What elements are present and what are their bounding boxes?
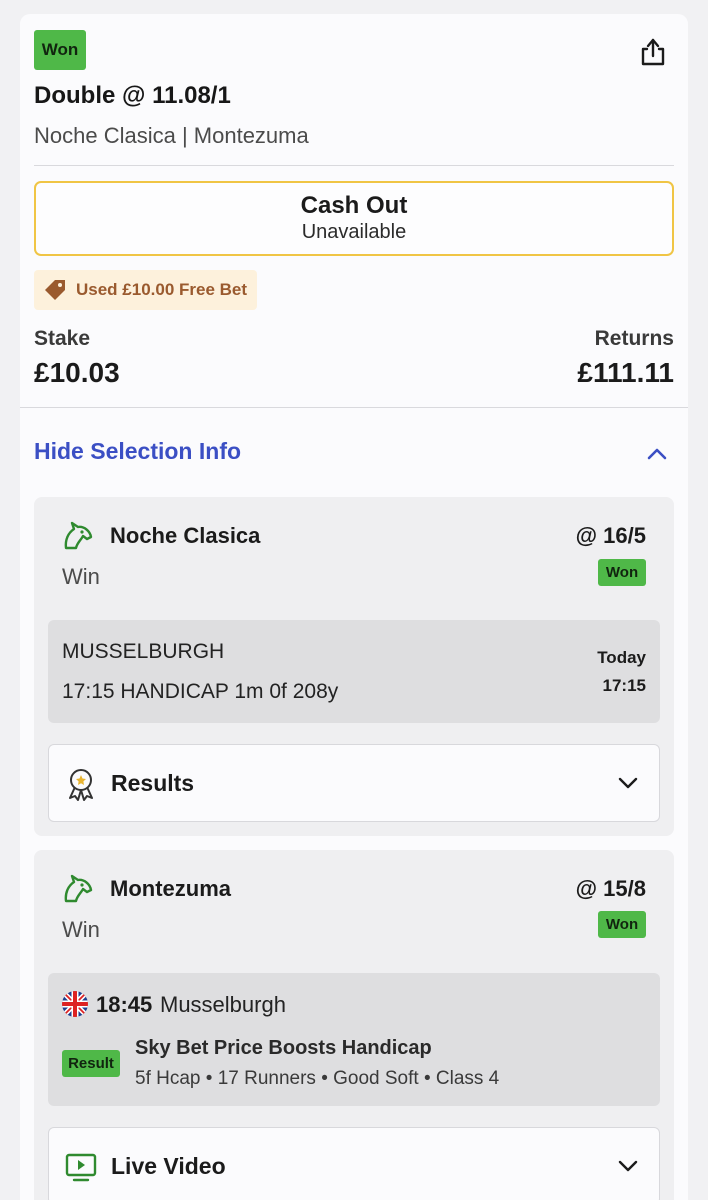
bet-title: Double @ 11.08/1 <box>34 82 231 109</box>
selection-status-badge: Won <box>598 559 646 586</box>
results-label: Results <box>111 770 195 796</box>
race-day: Today <box>597 648 646 667</box>
race-time: 18:45 <box>96 992 153 1017</box>
stake-value: £10.03 <box>34 357 120 388</box>
stake-label: Stake <box>34 327 91 350</box>
horse-head-icon <box>64 874 93 903</box>
stake-divider <box>20 407 688 408</box>
cashout-box: Cash Out Unavailable <box>34 181 674 256</box>
hide-selection-info-label: Hide Selection Info <box>34 438 242 464</box>
selection-name: Montezuma <box>110 876 231 901</box>
rosette-icon <box>69 769 93 801</box>
returns-label: Returns <box>594 327 674 350</box>
race-details: 5f Hcap • 17 Runners • Good Soft • Class… <box>135 1068 500 1089</box>
share-button[interactable] <box>636 34 670 68</box>
selection-market: Win <box>62 917 100 942</box>
bet-card: Won Double @ 11.08/1 Noche Clasica | Mon… <box>20 14 688 1200</box>
selection-status-badge: Won <box>598 911 646 938</box>
bet-status-badge: Won <box>34 30 86 70</box>
chevron-up-icon <box>647 448 667 460</box>
race-title: Sky Bet Price Boosts Handicap <box>135 1037 432 1059</box>
tag-icon <box>45 280 65 300</box>
result-badge: Result <box>62 1050 120 1077</box>
cashout-status: Unavailable <box>301 221 407 243</box>
race-info-box: MUSSELBURGH 17:15 HANDICAP 1m 0f 208y To… <box>48 620 660 723</box>
live-video-label: Live Video <box>111 1153 226 1179</box>
selection-market: Win <box>62 564 100 589</box>
uk-flag-icon <box>62 991 88 1017</box>
tv-icon <box>65 1153 97 1182</box>
selection-name: Noche Clasica <box>110 523 261 548</box>
race-card-box[interactable]: 18:45 Musselburgh Result Sky Bet Price B… <box>48 973 660 1106</box>
selection-odds: @ 16/5 <box>575 523 646 548</box>
race-time: 17:15 <box>602 676 646 695</box>
header-divider <box>34 165 674 166</box>
chevron-down-icon <box>618 1160 638 1172</box>
race-description: 17:15 HANDICAP 1m 0f 208y <box>62 680 339 703</box>
share-icon <box>641 38 665 66</box>
hide-selection-info-toggle[interactable]: Hide Selection Info <box>34 434 674 474</box>
freebet-badge: Used £10.00 Free Bet <box>34 270 257 310</box>
results-expander[interactable]: Results <box>48 744 660 822</box>
freebet-label: Used £10.00 Free Bet <box>76 280 248 299</box>
cashout-title: Cash Out <box>300 192 408 219</box>
horse-head-icon <box>64 521 93 550</box>
live-video-expander[interactable]: Live Video <box>48 1127 660 1200</box>
returns-value: £111.11 <box>577 357 674 388</box>
venue-name: MUSSELBURGH <box>62 640 225 663</box>
selection-card: Montezuma @ 15/8 Win Won 18:45 Musselbur… <box>34 850 674 1200</box>
selection-card: Noche Clasica @ 16/5 Win Won MUSSELBURGH… <box>34 497 674 836</box>
race-course: Musselburgh <box>160 992 286 1017</box>
chevron-down-icon <box>618 777 638 789</box>
selection-odds: @ 15/8 <box>575 876 646 901</box>
selections-summary: Noche Clasica | Montezuma <box>34 123 309 148</box>
